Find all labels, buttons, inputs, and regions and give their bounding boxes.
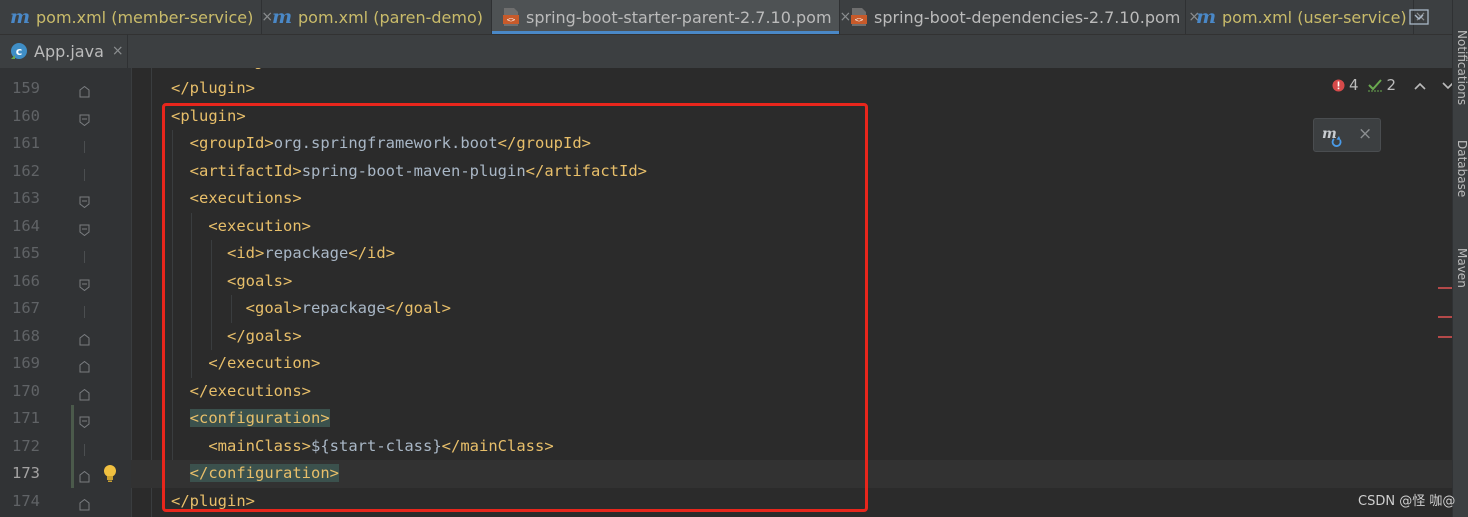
tab-r1-2[interactable]: <> spring-boot-starter-parent-2.7.10.pom ×	[492, 0, 851, 34]
xml-tag: </configuration>	[189, 68, 338, 70]
tab-label: App.java	[34, 41, 104, 61]
fold-collapse-icon[interactable]	[79, 193, 90, 209]
svg-text:m: m	[1322, 126, 1337, 142]
tab-label: spring-boot-dependencies-2.7.10.pom	[874, 7, 1181, 27]
fold-collapse-icon[interactable]	[79, 413, 90, 429]
inspection-widget[interactable]: 4 2	[1332, 76, 1454, 94]
fold-collapse-icon[interactable]	[79, 221, 90, 236]
line-number: 162	[12, 161, 40, 180]
xml-tag: </plugin>	[171, 79, 256, 98]
code-line-partial[interactable]: </configuration>	[151, 68, 1452, 75]
svg-text:<>: <>	[855, 16, 863, 24]
line-number: 173	[12, 464, 40, 483]
line-number: 171	[12, 409, 40, 428]
svg-text:m: m	[1196, 7, 1216, 27]
editor-tab-bar: m pom.xml (member-service) × m pom.xml (pare…	[0, 0, 1452, 68]
line-number: 172	[12, 436, 40, 455]
line-number: 174	[12, 491, 40, 510]
line-number: 159	[12, 79, 40, 98]
tab-r1-4[interactable]: m pom.xml (user-service) ×	[1186, 0, 1426, 34]
line-number: 160	[12, 106, 40, 125]
right-tool-sidebar: Notifications Database Maven	[1452, 0, 1468, 517]
fold-line-icon	[79, 138, 90, 153]
maven-popup-close-icon[interactable]: ×	[1358, 124, 1372, 144]
fold-end-icon[interactable]	[79, 358, 90, 373]
svg-text:c: c	[16, 45, 23, 58]
fold-end-icon[interactable]	[79, 331, 90, 345]
tab-r1-3[interactable]: <> spring-boot-dependencies-2.7.10.pom ×	[840, 0, 1200, 34]
fold-end-icon[interactable]	[79, 468, 90, 483]
line-number: 169	[12, 354, 40, 373]
svg-text:m: m	[10, 7, 30, 27]
sidebar-database[interactable]: Database	[1455, 140, 1468, 197]
line-number: 165	[12, 244, 40, 263]
line-number: 164	[12, 216, 40, 235]
tab-label: pom.xml (user-service)	[1222, 7, 1407, 27]
tab-r1-1[interactable]: mpom.xml (paren-demo)×	[262, 0, 503, 34]
fold-end-icon[interactable]	[79, 83, 90, 98]
tab-label: pom.xml (member-service)	[36, 7, 254, 27]
previous-highlight-icon[interactable]	[1414, 76, 1426, 94]
tab-label: spring-boot-starter-parent-2.7.10.pom	[526, 7, 832, 27]
maven-icon: m	[1196, 7, 1216, 27]
watermark: CSDN @怪 咖@	[1358, 494, 1456, 509]
tab-list-dropdown-icon[interactable]	[1408, 8, 1430, 26]
maven-reload-popup: m ×	[1313, 118, 1381, 152]
java-class-icon: c	[10, 41, 28, 61]
maven-reload-icon[interactable]: m	[1322, 125, 1344, 151]
line-number: 161	[12, 134, 40, 153]
line-number: 163	[12, 189, 40, 208]
line-number: 168	[12, 326, 40, 345]
error-count[interactable]: 4	[1332, 76, 1359, 94]
code-line[interactable]: </plugin>	[131, 75, 1452, 103]
tab-row-2: c App.java ×	[0, 34, 128, 68]
vcs-change-marker[interactable]	[71, 405, 74, 488]
highlight-annotation-box	[162, 103, 868, 512]
maven-icon: m	[10, 7, 30, 27]
tab-row-1: m pom.xml (member-service) × m pom.xml (pare…	[0, 0, 1452, 35]
line-number: 166	[12, 271, 40, 290]
sidebar-notifications[interactable]: Notifications	[1455, 30, 1468, 105]
weak-warning-icon	[1367, 79, 1382, 92]
warning-count[interactable]: 2	[1367, 76, 1396, 94]
tab-r2-0[interactable]: c App.java ×	[0, 34, 128, 68]
tab-r1-0[interactable]: m pom.xml (member-service) ×	[0, 0, 273, 34]
sidebar-maven[interactable]: Maven	[1455, 248, 1468, 288]
svg-text:m: m	[272, 7, 292, 27]
maven-icon: m	[272, 7, 292, 27]
fold-line-icon	[79, 248, 90, 263]
tab-close-icon[interactable]: ×	[112, 43, 124, 59]
fold-collapse-icon[interactable]	[79, 111, 90, 126]
fold-end-icon[interactable]	[79, 386, 90, 400]
line-number: 167	[12, 299, 40, 318]
error-icon	[1332, 79, 1345, 91]
line-number-gutter[interactable]: 159 160 161 162 163 164 165 166 167 168 169 170 171 1…	[0, 68, 131, 517]
fold-line-icon	[79, 166, 90, 181]
fold-collapse-icon[interactable]	[79, 276, 90, 291]
tab-label: pom.xml (paren-demo)	[298, 7, 484, 27]
error-stripe-mark[interactable]	[1438, 336, 1452, 338]
line-number: 170	[12, 381, 40, 400]
intention-bulb-icon[interactable]	[102, 464, 118, 488]
error-stripe-mark[interactable]	[1438, 287, 1452, 289]
error-stripe-mark[interactable]	[1438, 316, 1452, 318]
xml-file-icon: <>	[850, 7, 868, 27]
xml-file-icon: <>	[502, 7, 520, 27]
fold-line-icon	[79, 303, 90, 318]
fold-line-icon	[79, 441, 90, 456]
svg-text:<>: <>	[507, 16, 515, 24]
fold-end-icon[interactable]	[79, 496, 90, 510]
